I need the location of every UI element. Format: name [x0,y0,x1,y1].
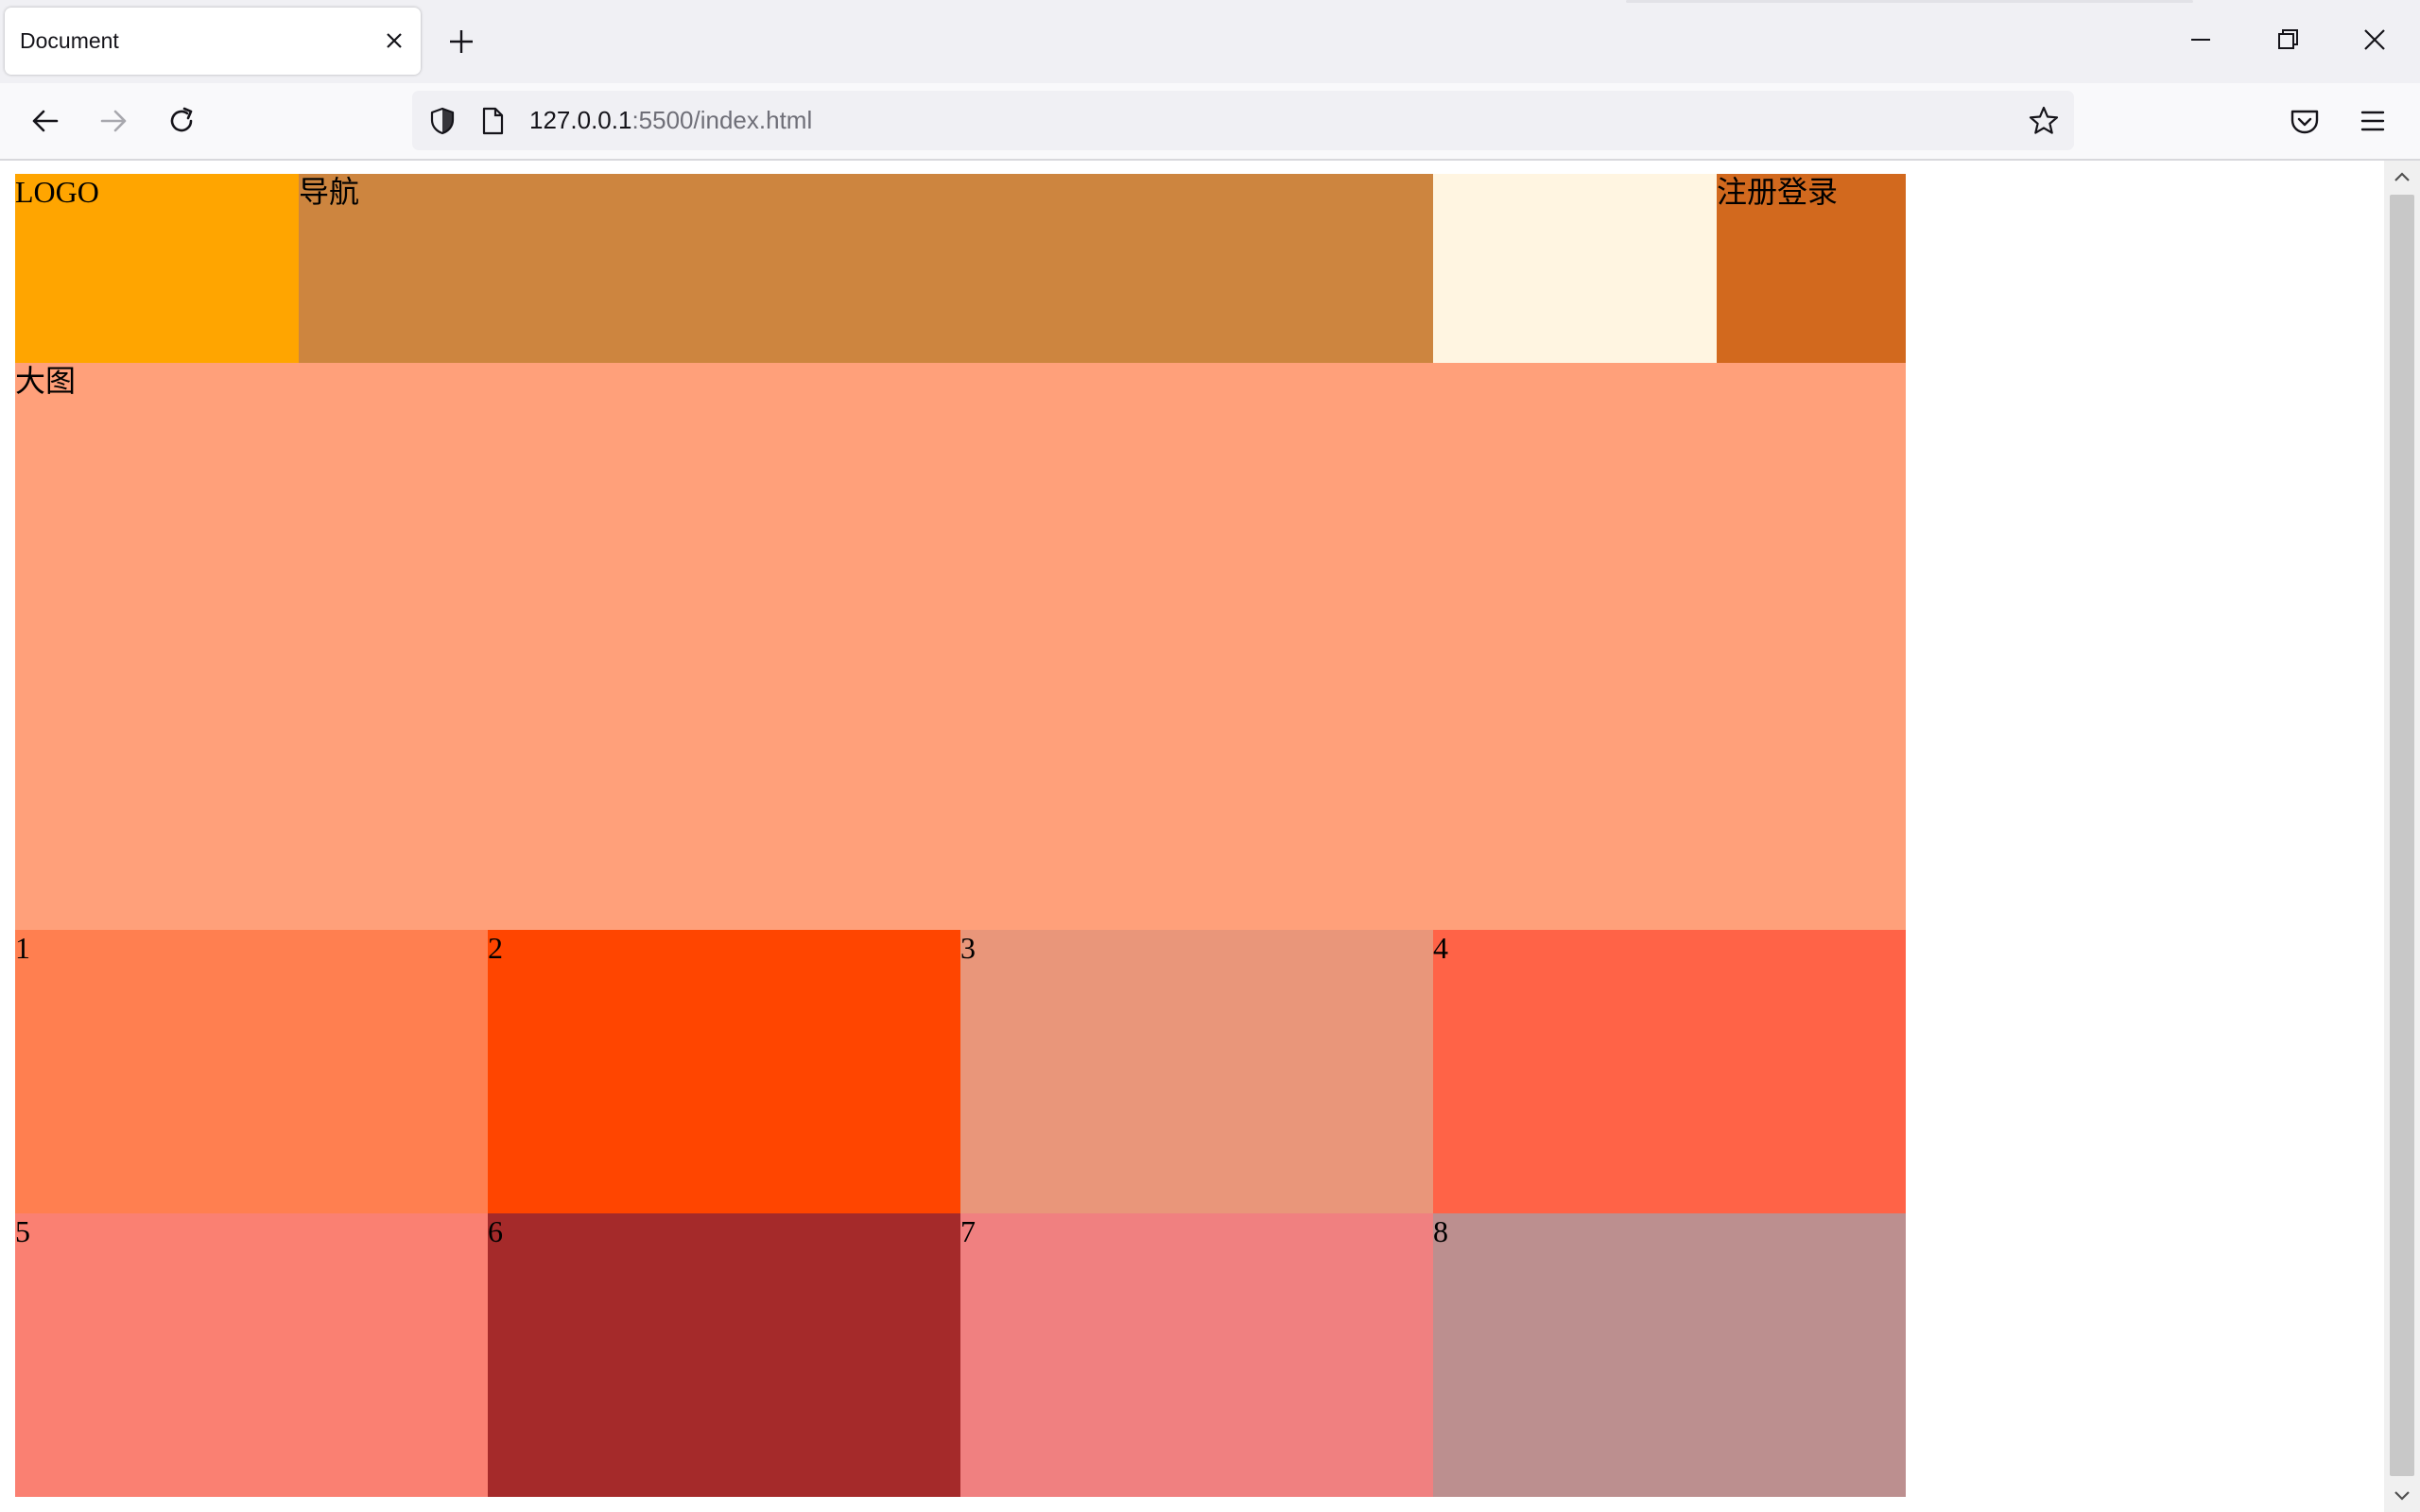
browser-tab[interactable]: Document [5,8,421,75]
reload-icon[interactable] [163,102,200,140]
back-arrow-icon[interactable] [26,102,64,140]
cell-label: 2 [488,931,503,965]
grid-cell: 1 [15,930,488,1213]
menu-icon[interactable] [2354,102,2392,140]
forward-arrow-icon[interactable] [95,102,132,140]
grid-cell: 6 [488,1213,960,1497]
auth-text: 注册登录 [1717,175,1839,209]
url-path: :5500/index.html [631,106,813,134]
cell-label: 8 [1433,1214,1448,1248]
pocket-icon[interactable] [2286,102,2324,140]
grid-cell: 7 [960,1213,1433,1497]
grid-cell: 2 [488,930,960,1213]
page-icon[interactable] [478,106,507,136]
page-viewport: LOGO 导航 注册登录 大图 1 2 3 4 5 6 7 8 [0,161,2384,1512]
url-host: 127.0.0.1 [529,106,632,134]
banner-text: 大图 [15,364,77,398]
close-window-icon[interactable] [2356,21,2394,59]
grid-cell: 3 [960,930,1433,1213]
shield-icon[interactable] [427,106,458,136]
tab-strip: Document [0,0,2420,83]
scroll-down-arrow-icon[interactable] [2384,1480,2420,1512]
cell-label: 3 [960,931,976,965]
cell-label: 5 [15,1214,30,1248]
tab-title: Document [20,28,119,53]
minimize-icon[interactable] [2182,21,2220,59]
navigation-toolbar: 127.0.0.1:5500/index.html [0,83,2420,161]
grid-cell: 4 [1433,930,1906,1213]
star-icon[interactable] [2027,104,2061,138]
scroll-up-arrow-icon[interactable] [2384,161,2420,193]
tab-strip-drag-region [1626,0,2193,3]
auth-block: 注册登录 [1717,174,1906,363]
cell-label: 7 [960,1214,976,1248]
close-icon[interactable] [381,27,407,54]
cell-label: 6 [488,1214,503,1248]
cell-label: 4 [1433,931,1448,965]
plus-icon[interactable] [444,25,478,59]
nav-block: 导航 [299,174,1433,363]
banner-block: 大图 [15,363,1906,930]
logo-text: LOGO [15,175,99,209]
logo-block: LOGO [15,174,299,363]
scrollbar-thumb[interactable] [2390,195,2414,1476]
nav-text: 导航 [299,175,360,209]
cell-label: 1 [15,931,30,965]
vertical-scrollbar[interactable] [2384,161,2420,1512]
spacer-block [1433,174,1717,363]
restore-icon[interactable] [2269,21,2307,59]
grid-cell: 8 [1433,1213,1906,1497]
address-bar[interactable]: 127.0.0.1:5500/index.html [412,91,2074,150]
grid-cell: 5 [15,1213,488,1497]
url-text[interactable]: 127.0.0.1:5500/index.html [529,91,812,150]
